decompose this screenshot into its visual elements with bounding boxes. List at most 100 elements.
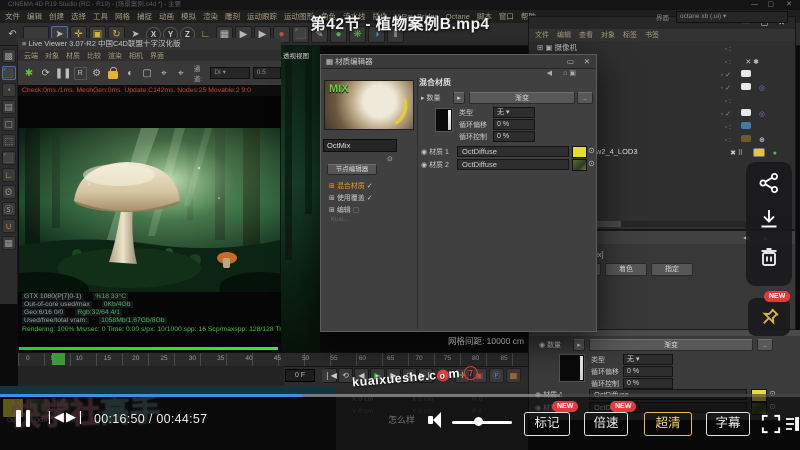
- section-mix-material[interactable]: ⊞ 混合材质 ✓: [329, 181, 373, 191]
- timeline-playhead[interactable]: [52, 353, 65, 365]
- volume-button[interactable]: [428, 412, 441, 428]
- download-icon[interactable]: [758, 208, 780, 230]
- checkbox-icon: ▢: [352, 207, 360, 214]
- timeline-ruler[interactable]: 051015202530354045505560657075808590: [18, 352, 542, 366]
- gradient-thumbnail[interactable]: [435, 108, 453, 132]
- close-icon[interactable]: ✕: [584, 55, 590, 68]
- timeline-tick: 75: [443, 355, 451, 362]
- lock-resolution-icon[interactable]: [107, 66, 121, 81]
- material-1-field[interactable]: OctDiffuse: [457, 146, 569, 157]
- live-viewer-menu-item[interactable]: 相机: [129, 51, 143, 61]
- edges-mode-icon[interactable]: ▢: [1, 117, 16, 131]
- type-select[interactable]: 无 ▾: [623, 354, 673, 365]
- live-viewer-menu-item[interactable]: 材质: [66, 51, 80, 61]
- texture-arrow-button[interactable]: ▸: [573, 339, 585, 351]
- keyframe-grid-icon[interactable]: ▦: [506, 368, 521, 383]
- material-preview[interactable]: MIX: [324, 80, 414, 132]
- live-viewer-menu-item[interactable]: 对象: [45, 51, 59, 61]
- tab-assign[interactable]: 指定: [651, 263, 693, 276]
- live-viewer-menu-item[interactable]: 云端: [24, 51, 38, 61]
- live-viewer-titlebar[interactable]: ≡ Live Viewer 3.07-R2 中国C4D联盟十字汉化版: [18, 38, 281, 50]
- position-key-icon[interactable]: Ⓟ: [489, 368, 504, 383]
- material-2-field[interactable]: OctDiffuse: [457, 159, 569, 170]
- section-override[interactable]: ⊞ 使用覆盖 ✓: [329, 193, 373, 203]
- magnet-snap-icon[interactable]: ∪: [1, 219, 16, 233]
- channel-select[interactable]: DI ▾: [210, 67, 250, 79]
- region-render-icon[interactable]: R: [73, 66, 87, 80]
- pause-render-icon[interactable]: ❚❚: [55, 66, 72, 81]
- pin-button[interactable]: [748, 298, 790, 336]
- maximize-icon[interactable]: ▭: [567, 55, 574, 68]
- pick-focus-pin-icon[interactable]: ⌖: [174, 66, 188, 81]
- material-2-texture-swatch[interactable]: [572, 159, 587, 171]
- faint-watermark-text: Kuai...: [331, 217, 349, 223]
- live-viewer-menu-item[interactable]: 比较: [87, 51, 101, 61]
- material-1-node-icon[interactable]: ⊙: [588, 146, 595, 155]
- type-select[interactable]: 无 ▾: [493, 107, 535, 118]
- render-canvas[interactable]: [0, 128, 303, 308]
- viewport-solo-icon[interactable]: ʘ: [1, 185, 16, 199]
- fullscreen-icon[interactable]: [760, 413, 782, 435]
- volume-knob[interactable]: [474, 417, 483, 426]
- mesh-select-icon[interactable]: ▦: [1, 236, 16, 250]
- texture-arrow-button[interactable]: ▸: [453, 92, 465, 104]
- material-name-input[interactable]: OctMix: [323, 139, 397, 152]
- minimize-icon[interactable]: —: [751, 0, 758, 10]
- pause-button[interactable]: [16, 410, 30, 427]
- polygons-mode-icon[interactable]: ⬚: [1, 134, 16, 148]
- section-edit[interactable]: ⊞ 编辑 ▢: [329, 205, 359, 215]
- next-episode-button[interactable]: ▶❘: [66, 409, 86, 425]
- snap-s-icon[interactable]: Ⓢ: [1, 202, 16, 216]
- plane-mode-icon[interactable]: ▤: [1, 100, 16, 114]
- texture-mode-icon[interactable]: ▩: [1, 49, 16, 63]
- points-mode-icon[interactable]: ◔: [1, 83, 16, 97]
- settings-gear-icon[interactable]: ⚙: [90, 66, 104, 81]
- gradient-button[interactable]: 渐变: [469, 92, 575, 104]
- speed-button[interactable]: 倍速: [584, 412, 628, 436]
- sample-spinner[interactable]: 0.5: [252, 67, 281, 79]
- viewport-sliver[interactable]: 透视视图: [281, 46, 320, 352]
- mix-material-header: 混合材质: [419, 78, 451, 87]
- maximize-icon[interactable]: ▢: [767, 0, 774, 10]
- param-2-value[interactable]: 0 %: [623, 378, 673, 389]
- octane-refresh-icon[interactable]: ✱: [22, 66, 36, 81]
- subtitle-button[interactable]: 字幕: [706, 412, 750, 436]
- share-icon[interactable]: [758, 172, 780, 194]
- param-1-value[interactable]: 0 %: [493, 119, 535, 130]
- timeline-tick: 0: [26, 355, 30, 362]
- nav-back-icon[interactable]: ◀: [547, 69, 552, 77]
- object-row-camera[interactable]: ⊞ ▣ 摄像机 ◦ :: [529, 41, 795, 54]
- model-mode-icon[interactable]: ⬛: [1, 66, 16, 80]
- node-editor-button[interactable]: 节点编辑器: [327, 164, 377, 175]
- live-viewer-menu-item[interactable]: 渲染: [108, 51, 122, 61]
- playlist-icon[interactable]: [785, 415, 799, 433]
- tab-shading[interactable]: 着色: [605, 263, 647, 276]
- gradient-thumbnail[interactable]: [559, 354, 585, 382]
- material-2-node-icon[interactable]: ⊙: [588, 159, 595, 168]
- live-viewer-menu-item[interactable]: 界面: [150, 51, 164, 61]
- quality-button[interactable]: 超清: [644, 412, 692, 436]
- param-1-value[interactable]: 0 %: [623, 366, 673, 377]
- more-button[interactable]: ..: [577, 92, 593, 104]
- material-1-color-swatch[interactable]: [572, 146, 587, 158]
- trash-icon[interactable]: [758, 246, 780, 268]
- viewport-label[interactable]: 透视视图: [283, 50, 309, 60]
- goto-start-icon[interactable]: ❘◀: [322, 368, 337, 383]
- param-2-value[interactable]: 0 %: [493, 131, 535, 142]
- name-node-icon[interactable]: ⊙: [387, 155, 393, 163]
- more-button[interactable]: ..: [757, 339, 773, 351]
- gradient-button[interactable]: 渐变: [589, 339, 753, 351]
- camera-ball-icon[interactable]: ◐: [123, 66, 137, 81]
- restart-render-icon[interactable]: ⟳: [39, 66, 53, 81]
- frame-field[interactable]: 0 F: [285, 369, 315, 382]
- workplane-icon[interactable]: ∟: [1, 168, 16, 182]
- object-axis-icon[interactable]: ⬛: [1, 151, 16, 165]
- close-icon[interactable]: ✕: [786, 0, 792, 10]
- home-icon[interactable]: ⌂ ▣: [563, 69, 576, 77]
- film-region-icon[interactable]: ▢: [140, 66, 154, 81]
- pick-material-pin-icon[interactable]: ⌖: [157, 66, 171, 81]
- dialog-titlebar[interactable]: ▦ 材质编辑器 ▭ ✕: [321, 55, 596, 69]
- prev-episode-button[interactable]: ❘◀: [44, 409, 64, 425]
- dope-sheet-strip[interactable]: [18, 366, 284, 386]
- mark-button[interactable]: 标记: [524, 412, 570, 436]
